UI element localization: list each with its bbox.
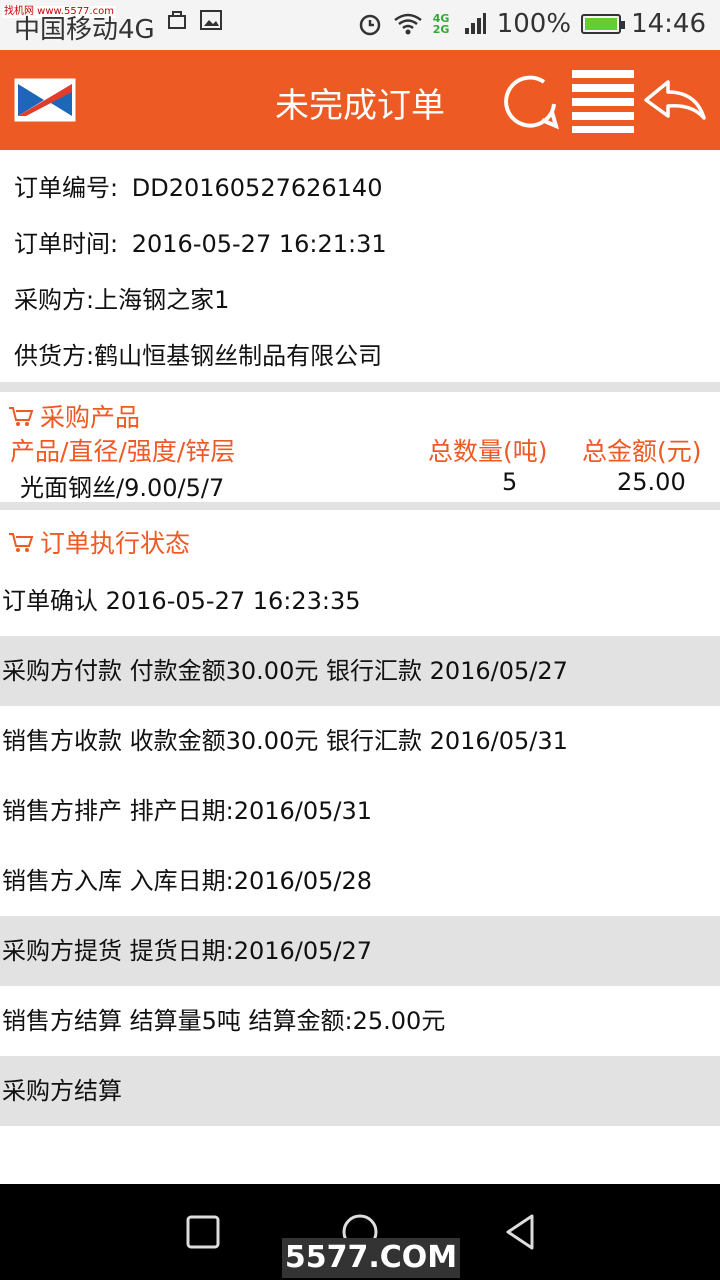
column-quantity: 总数量(吨) — [428, 437, 548, 466]
divider — [0, 382, 720, 392]
carrier-label: 中国移动4G — [14, 15, 155, 45]
column-product: 产品/直径/强度/锌层 — [10, 437, 236, 466]
watermark-bottom: 5577.COM — [282, 1238, 460, 1278]
app-logo-icon — [14, 78, 76, 122]
recent-apps-icon[interactable] — [183, 1212, 223, 1252]
usb-icon — [168, 11, 186, 29]
order-time-row: 订单时间: 2016-05-27 16:21:31 — [14, 224, 387, 259]
execution-section-title: 订单执行状态 — [40, 529, 191, 558]
execution-section-header: 订单执行状态 — [8, 524, 190, 560]
execution-status-list: 订单确认 2016-05-27 16:23:35 采购方付款 付款金额30.00… — [0, 566, 720, 1126]
supplier-text: 供货方:鹤山恒基钢丝制品有限公司 — [14, 342, 383, 370]
network-badge: 4G 2G — [432, 12, 450, 36]
list-item: 销售方入库 入库日期:2016/05/28 — [2, 867, 373, 895]
menu-icon[interactable] — [570, 68, 636, 134]
amount-cell: 25.00 — [617, 468, 686, 496]
signal-icon — [464, 13, 486, 34]
divider — [0, 502, 720, 510]
order-time-value: 2016-05-27 16:21:31 — [131, 230, 387, 258]
status-icons — [165, 8, 223, 32]
title-bar: 未完成订单 — [0, 50, 720, 150]
list-item: 销售方收款 收款金额30.00元 银行汇款 2016/05/31 — [2, 727, 568, 755]
status-bar: 找机网 www.5577.com 中国移动4G 4G 2G 100% 14:46 — [0, 0, 720, 50]
column-amount: 总金额(元) — [582, 437, 702, 466]
order-number-label: 订单编号: — [14, 174, 119, 202]
list-item: 采购方付款 付款金额30.00元 银行汇款 2016/05/27 — [0, 636, 720, 706]
products-table-header: 产品/直径/强度/锌层 总数量(吨) 总金额(元) — [0, 432, 720, 466]
battery-percent: 100% — [496, 9, 572, 39]
table-row: 光面钢丝/9.00/5/7 5 25.00 — [0, 468, 720, 502]
clock: 14:46 — [631, 9, 706, 39]
list-item: 销售方结算 结算量5吨 结算金额:25.00元 — [2, 1007, 446, 1035]
order-number-value: DD20160527626140 — [131, 174, 383, 202]
battery-icon — [581, 14, 626, 34]
list-item: 销售方排产 排产日期:2016/05/31 — [2, 797, 373, 825]
order-info: 订单编号: DD20160527626140 订单时间: 2016-05-27 … — [0, 150, 720, 382]
products-section-title: 采购产品 — [40, 403, 141, 432]
back-icon[interactable] — [642, 68, 708, 134]
cart-icon — [9, 407, 34, 426]
refresh-icon[interactable] — [498, 68, 564, 134]
image-icon — [200, 10, 222, 30]
wifi-icon — [393, 13, 422, 35]
alarm-icon — [359, 14, 380, 36]
cart-icon — [9, 533, 34, 552]
products-section-header: 采购产品 — [8, 398, 140, 434]
list-item: 订单确认 2016-05-27 16:23:35 — [2, 587, 361, 615]
list-item: 采购方提货 提货日期:2016/05/27 — [0, 916, 720, 986]
order-time-label: 订单时间: — [14, 230, 119, 258]
buyer-text: 采购方:上海钢之家1 — [14, 286, 230, 314]
order-number-row: 订单编号: DD20160527626140 — [14, 168, 382, 203]
quantity-cell: 5 — [502, 468, 518, 496]
list-item: 采购方结算 — [0, 1056, 720, 1126]
product-cell: 光面钢丝/9.00/5/7 — [20, 474, 225, 502]
back-nav-icon[interactable] — [500, 1212, 540, 1252]
